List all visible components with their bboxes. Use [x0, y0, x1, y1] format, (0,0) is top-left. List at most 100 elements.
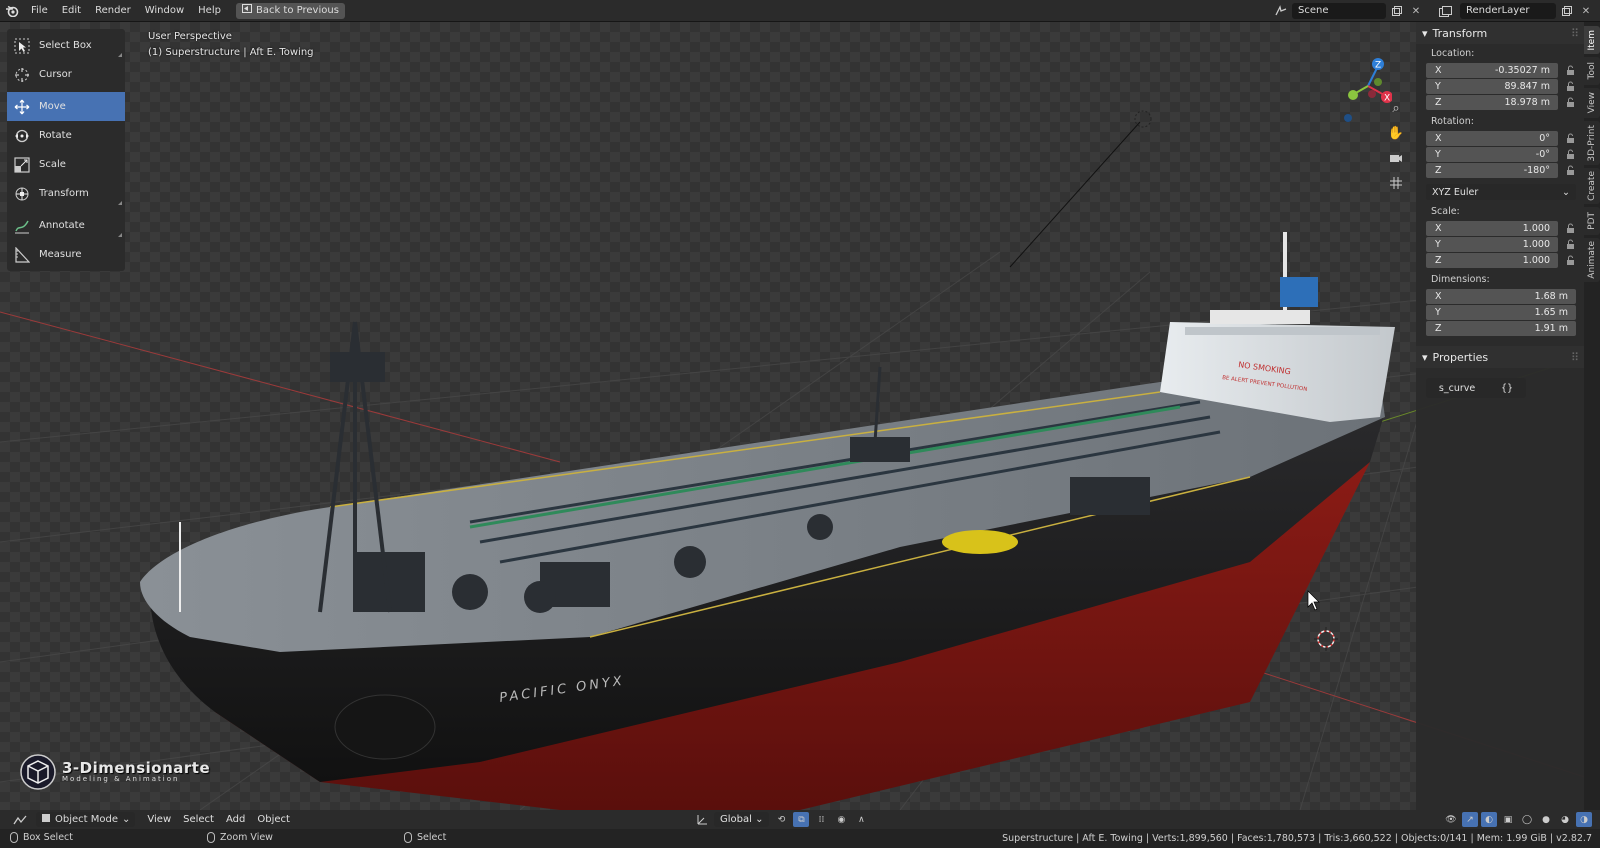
- header-menu-add[interactable]: Add: [220, 812, 251, 827]
- mast-platform: [330, 352, 385, 382]
- tab-pdt[interactable]: PDT: [1584, 207, 1600, 235]
- menu-render[interactable]: Render: [88, 0, 138, 22]
- new-scene-icon[interactable]: [1389, 3, 1405, 19]
- menu-edit[interactable]: Edit: [55, 0, 88, 22]
- tool-move[interactable]: Move: [7, 92, 125, 121]
- rotation-y-field[interactable]: Y -0°: [1426, 146, 1558, 162]
- watermark-title: 3-Dimensionarte: [62, 759, 211, 777]
- tool-transform-label: Transform: [39, 188, 89, 199]
- scale-z-row: Z 1.000: [1416, 252, 1584, 268]
- proportional-edit-icon[interactable]: ◉: [833, 812, 849, 827]
- navigation-gizmo[interactable]: Z X: [1344, 52, 1392, 122]
- tool-measure[interactable]: Measure: [7, 240, 125, 269]
- material-shading-icon[interactable]: ◕: [1557, 812, 1573, 827]
- delete-scene-icon[interactable]: ✕: [1408, 3, 1424, 19]
- tab-animate[interactable]: Animate: [1584, 238, 1600, 282]
- header-menu-view[interactable]: View: [141, 812, 177, 827]
- snap-toggle-icon[interactable]: ⧉: [793, 812, 810, 827]
- view-layer-icon[interactable]: [1435, 3, 1457, 19]
- header-menu-select[interactable]: Select: [177, 812, 220, 827]
- properties-panel-header[interactable]: ▾ Properties ⠿: [1416, 346, 1584, 368]
- rendered-shading-icon[interactable]: ◑: [1576, 812, 1592, 827]
- custom-property-s-curve[interactable]: s_curve {}: [1426, 378, 1526, 398]
- tool-annotate[interactable]: Annotate: [7, 211, 125, 240]
- tab-item[interactable]: Item: [1584, 26, 1600, 54]
- ortho-grid-icon[interactable]: [1386, 173, 1406, 193]
- scene-selector-icon[interactable]: [1273, 3, 1289, 19]
- 3d-viewport[interactable]: NO SMOKING BE ALERT PREVENT POLLUTION PA…: [0, 22, 1600, 810]
- location-y-field[interactable]: Y 89.847 m: [1426, 78, 1558, 94]
- dimensions-z-field[interactable]: Z 1.91 m: [1426, 320, 1576, 336]
- tool-cursor[interactable]: Cursor: [7, 60, 125, 89]
- orientation-dropdown[interactable]: Global ⌄: [714, 812, 770, 827]
- visibility-icon[interactable]: 👁: [1443, 812, 1459, 827]
- object-mode-dropdown[interactable]: Object Mode ⌄: [36, 812, 136, 827]
- panel-grip-icon[interactable]: ⠿: [1571, 351, 1579, 364]
- rotation-mode-dropdown[interactable]: XYZ Euler ⌄: [1426, 184, 1576, 200]
- right-mouse-icon: [404, 832, 412, 843]
- lock-icon[interactable]: [1564, 132, 1576, 144]
- render-layer-field[interactable]: RenderLayer: [1460, 3, 1556, 19]
- lock-icon[interactable]: [1564, 254, 1576, 266]
- gizmo-toggle-icon[interactable]: ↗: [1462, 812, 1478, 827]
- tool-select-box[interactable]: Select Box: [7, 31, 125, 60]
- panel-grip-icon[interactable]: ⠿: [1571, 27, 1579, 40]
- gizmo-neg-x[interactable]: [1368, 90, 1376, 98]
- pan-hand-icon[interactable]: ✋: [1386, 123, 1406, 143]
- menu-file[interactable]: File: [24, 0, 55, 22]
- overlay-toggle-icon[interactable]: ◐: [1481, 812, 1497, 827]
- menu-window[interactable]: Window: [138, 0, 191, 22]
- lock-icon[interactable]: [1564, 96, 1576, 108]
- lock-icon[interactable]: [1564, 80, 1576, 92]
- delete-layer-icon[interactable]: ✕: [1578, 3, 1594, 19]
- back-to-previous-button[interactable]: Back to Previous: [235, 2, 345, 19]
- falloff-icon[interactable]: ∧: [853, 812, 869, 827]
- helipad-marking: [942, 530, 1018, 554]
- tab-view[interactable]: View: [1584, 88, 1600, 118]
- scene-statistics: Superstructure | Aft E. Towing | Verts:1…: [1002, 833, 1592, 844]
- wireframe-shading-icon[interactable]: ◯: [1519, 812, 1535, 827]
- new-layer-icon[interactable]: [1559, 3, 1575, 19]
- snap-target-icon[interactable]: ⁞⁞: [813, 812, 829, 827]
- dimensions-y-field[interactable]: Y 1.65 m: [1426, 304, 1576, 320]
- scale-z-field[interactable]: Z 1.000: [1426, 252, 1558, 268]
- lock-icon[interactable]: [1564, 222, 1576, 234]
- editor-type-icon[interactable]: [8, 812, 32, 827]
- camera-view-icon[interactable]: [1386, 148, 1406, 168]
- scale-y-field[interactable]: Y 1.000: [1426, 236, 1558, 252]
- tool-rotate[interactable]: Rotate: [7, 121, 125, 150]
- zoom-icon[interactable]: ⌕: [1386, 98, 1406, 118]
- gizmo-y-axis[interactable]: [1348, 90, 1358, 100]
- tab-3d-print[interactable]: 3D-Print: [1584, 121, 1600, 165]
- scale-x-field[interactable]: X 1.000: [1426, 220, 1558, 236]
- pivot-point-icon[interactable]: ⟲: [773, 812, 789, 827]
- solid-shading-icon[interactable]: ●: [1538, 812, 1554, 827]
- scene-name-field[interactable]: Scene: [1292, 3, 1386, 19]
- 3d-cursor-icon[interactable]: [1314, 627, 1338, 651]
- blender-logo-icon[interactable]: [0, 0, 24, 22]
- dimensions-y-row: Y 1.65 m: [1416, 304, 1584, 320]
- ship-scene: NO SMOKING BE ALERT PREVENT POLLUTION PA…: [0, 110, 1600, 810]
- transform-panel-header[interactable]: ▾ Transform ⠿: [1416, 22, 1584, 44]
- header-menu-object[interactable]: Object: [251, 812, 296, 827]
- location-z-field[interactable]: Z 18.978 m: [1426, 94, 1558, 110]
- rotation-z-field[interactable]: Z -180°: [1426, 162, 1558, 178]
- lock-icon[interactable]: [1564, 238, 1576, 250]
- lock-icon[interactable]: [1564, 148, 1576, 160]
- tool-scale[interactable]: Scale: [7, 150, 125, 179]
- dimensions-z-row: Z 1.91 m: [1416, 320, 1584, 336]
- tab-tool[interactable]: Tool: [1584, 57, 1600, 85]
- orientation-icon[interactable]: [694, 812, 710, 827]
- tool-transform[interactable]: Transform: [7, 179, 125, 208]
- xray-toggle-icon[interactable]: ▣: [1500, 812, 1516, 827]
- lock-icon[interactable]: [1564, 164, 1576, 176]
- rotation-x-field[interactable]: X 0°: [1426, 130, 1558, 146]
- gizmo-neg-y[interactable]: [1374, 78, 1382, 86]
- lock-icon[interactable]: [1564, 64, 1576, 76]
- wheelhouse: [1210, 310, 1310, 324]
- dimensions-x-field[interactable]: X 1.68 m: [1426, 288, 1576, 304]
- menu-help[interactable]: Help: [191, 0, 228, 22]
- location-x-field[interactable]: X -0.35027 m: [1426, 62, 1558, 78]
- tab-create[interactable]: Create: [1584, 168, 1600, 204]
- gizmo-neg-z[interactable]: [1344, 114, 1352, 122]
